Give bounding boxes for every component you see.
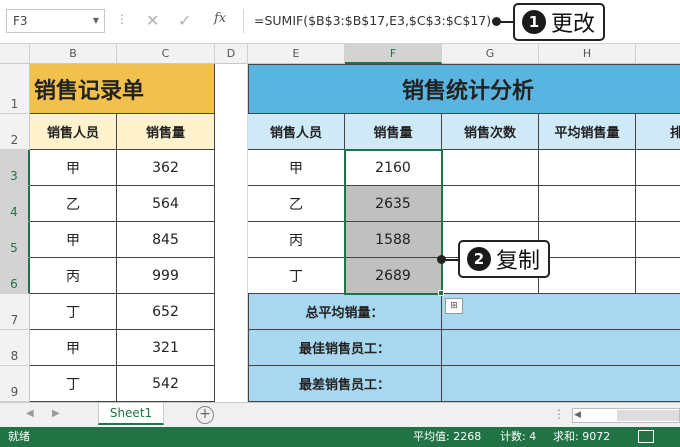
table-cell[interactable]: 丙 bbox=[30, 258, 117, 294]
table-cell[interactable]: 丁 bbox=[30, 366, 117, 402]
status-average: 平均值: 2268 bbox=[413, 430, 482, 443]
column-header-h[interactable]: H bbox=[539, 44, 636, 64]
sheet-tab-bar: ◀ ▶ Sheet1 + ⋮ ◀ bbox=[0, 402, 680, 427]
column-header-b[interactable]: B bbox=[30, 44, 117, 64]
select-all-corner[interactable] bbox=[0, 44, 30, 64]
callout-2-line bbox=[445, 259, 459, 261]
callout-1: 1 更改 bbox=[513, 3, 606, 41]
name-box[interactable]: F3 ▼ bbox=[6, 9, 105, 33]
scroll-left-arrow-icon[interactable]: ◀ bbox=[574, 409, 581, 422]
right-header-salesperson[interactable]: 销售人员 bbox=[248, 114, 345, 150]
table-cell[interactable] bbox=[442, 150, 539, 186]
name-box-value: F3 bbox=[13, 14, 28, 28]
column-header-g[interactable]: G bbox=[442, 44, 539, 64]
row-header-9[interactable]: 9 bbox=[0, 366, 30, 402]
callout-1-text: 更改 bbox=[551, 12, 596, 37]
status-count: 计数: 4 bbox=[500, 430, 537, 443]
table-cell[interactable] bbox=[636, 150, 680, 186]
table-cell[interactable] bbox=[442, 186, 539, 222]
row-header-3[interactable]: 3 bbox=[0, 150, 30, 186]
table-cell[interactable]: 丁 bbox=[30, 294, 117, 330]
normal-view-icon[interactable] bbox=[638, 430, 654, 443]
column-header-f[interactable]: F bbox=[345, 44, 442, 64]
table-cell[interactable]: 乙 bbox=[248, 186, 345, 222]
summary-label-best[interactable]: 最佳销售员工： bbox=[248, 330, 442, 366]
table-cell[interactable]: 542 bbox=[117, 366, 215, 402]
right-table-title[interactable]: 销售统计分析 bbox=[248, 64, 680, 114]
left-header-quantity[interactable]: 销售量 bbox=[117, 114, 215, 150]
table-cell[interactable]: 乙 bbox=[30, 186, 117, 222]
table-cell[interactable]: 999 bbox=[117, 258, 215, 294]
table-cell[interactable]: 845 bbox=[117, 222, 215, 258]
horizontal-scrollbar[interactable]: ◀ bbox=[572, 408, 680, 423]
status-bar: 就绪 平均值: 2268 计数: 4 求和: 9072 bbox=[0, 427, 680, 447]
table-cell-copied[interactable]: 2635 bbox=[345, 186, 442, 222]
table-cell[interactable] bbox=[539, 222, 636, 258]
row-header-2[interactable]: 2 bbox=[0, 114, 30, 150]
table-cell[interactable]: 甲 bbox=[30, 150, 117, 186]
callout-2-text: 复制 bbox=[496, 249, 541, 274]
right-header-count[interactable]: 销售次数 bbox=[442, 114, 539, 150]
table-cell[interactable]: 362 bbox=[117, 150, 215, 186]
table-cell[interactable]: 甲 bbox=[248, 150, 345, 186]
right-header-rank[interactable]: 排 bbox=[636, 114, 680, 150]
row-header-7[interactable]: 7 bbox=[0, 294, 30, 330]
table-cell[interactable]: 丙 bbox=[248, 222, 345, 258]
table-cell-copied[interactable]: 1588 bbox=[345, 222, 442, 258]
fx-icon[interactable]: fx bbox=[214, 11, 226, 26]
dropdown-arrow-icon[interactable]: ▼ bbox=[93, 10, 99, 32]
table-cell[interactable] bbox=[636, 222, 680, 258]
sheet-tab-sheet1[interactable]: Sheet1 bbox=[98, 403, 164, 425]
cancel-icon[interactable]: ✕ bbox=[146, 10, 159, 32]
column-header-c[interactable]: C bbox=[117, 44, 215, 64]
status-mode: 就绪 bbox=[8, 430, 30, 443]
right-header-quantity[interactable]: 销售量 bbox=[345, 114, 442, 150]
status-sum: 求和: 9072 bbox=[553, 430, 611, 443]
formula-bar-separator: ⋮ bbox=[116, 12, 129, 26]
table-cell[interactable] bbox=[539, 150, 636, 186]
enter-icon[interactable]: ✓ bbox=[178, 10, 191, 32]
table-cell-copied[interactable]: 2689 bbox=[345, 258, 442, 294]
table-cell[interactable] bbox=[636, 258, 680, 294]
column-header-d[interactable]: D bbox=[215, 44, 248, 64]
quick-analysis-icon[interactable]: ⊞ bbox=[445, 298, 463, 314]
tab-split-handle[interactable]: ⋮ bbox=[553, 407, 565, 421]
left-header-salesperson[interactable]: 销售人员 bbox=[30, 114, 117, 150]
row-header-8[interactable]: 8 bbox=[0, 330, 30, 366]
add-sheet-icon[interactable]: + bbox=[196, 406, 214, 424]
summary-value-average[interactable] bbox=[442, 294, 680, 330]
row-header-1[interactable]: 1 bbox=[0, 64, 30, 114]
summary-label-worst[interactable]: 最差销售员工： bbox=[248, 366, 442, 402]
table-cell[interactable]: 321 bbox=[117, 330, 215, 366]
table-cell[interactable]: 652 bbox=[117, 294, 215, 330]
fill-handle[interactable] bbox=[438, 290, 444, 296]
callout-2: 2 复制 bbox=[458, 240, 551, 278]
scrollbar-thumb[interactable] bbox=[617, 410, 679, 421]
callout-1-line bbox=[500, 21, 514, 23]
tab-scroll-right-icon[interactable]: ▶ bbox=[52, 408, 60, 419]
column-headers: B C D E F G H bbox=[0, 44, 680, 64]
table-cell[interactable]: 564 bbox=[117, 186, 215, 222]
table-cell[interactable] bbox=[539, 186, 636, 222]
table-cell[interactable]: 甲 bbox=[30, 330, 117, 366]
column-header-e[interactable]: E bbox=[248, 44, 345, 64]
table-cell[interactable]: 甲 bbox=[30, 222, 117, 258]
tab-scroll-left-icon[interactable]: ◀ bbox=[26, 408, 34, 419]
formula-input[interactable]: =SUMIF($B$3:$B$17,E3,$C$3:$C$17) bbox=[243, 9, 503, 33]
left-table-title[interactable]: 销售记录单 bbox=[30, 64, 215, 114]
table-cell[interactable] bbox=[539, 258, 636, 294]
callout-2-number: 2 bbox=[467, 247, 491, 271]
summary-value-worst[interactable] bbox=[442, 366, 680, 402]
callout-1-number: 1 bbox=[522, 10, 546, 34]
border-line bbox=[248, 294, 249, 402]
row-header-5[interactable]: 5 bbox=[0, 222, 30, 258]
table-cell[interactable]: 丁 bbox=[248, 258, 345, 294]
row-header-4[interactable]: 4 bbox=[0, 186, 30, 222]
right-header-average[interactable]: 平均销售量 bbox=[539, 114, 636, 150]
table-cell-f3[interactable]: 2160 bbox=[345, 150, 442, 186]
summary-label-average[interactable]: 总平均销量： bbox=[248, 294, 442, 330]
row-header-6[interactable]: 6 bbox=[0, 258, 30, 294]
table-cell[interactable] bbox=[636, 186, 680, 222]
summary-value-best[interactable] bbox=[442, 330, 680, 366]
